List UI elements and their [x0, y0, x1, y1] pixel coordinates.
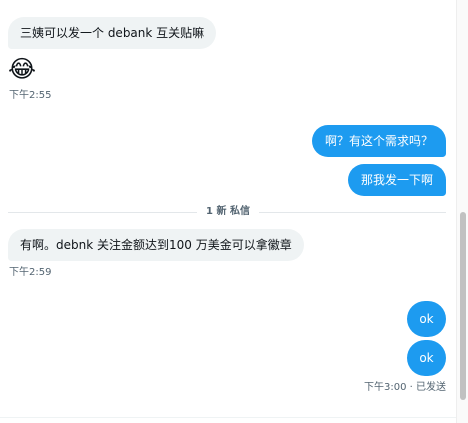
message-sent-status: 下午3:00 · 已发送: [364, 382, 446, 393]
message-timestamp: 下午2:55: [9, 90, 52, 101]
scrollbar-thumb[interactable]: [460, 212, 466, 400]
unread-divider-line-right: [259, 212, 446, 213]
outgoing-message-bubble[interactable]: ok: [407, 301, 446, 337]
laughing-tears-emoji-icon[interactable]: 😂: [8, 55, 36, 83]
composer-top-border: [0, 417, 457, 418]
message-timestamp: 下午2:59: [9, 267, 52, 278]
outgoing-message-bubble[interactable]: 那我发一下啊: [347, 164, 446, 196]
new-message-divider-label: 1 新 私信: [198, 205, 258, 219]
unread-divider-line-left: [8, 212, 197, 213]
outgoing-message-bubble[interactable]: ok: [407, 340, 446, 376]
incoming-message-bubble[interactable]: 有啊。debnk 关注金额达到100 万美金可以拿徽章: [8, 229, 304, 261]
outgoing-message-bubble[interactable]: 啊？有这个需求吗？: [311, 125, 446, 157]
incoming-message-bubble[interactable]: 三姨可以发一个 debank 互关贴嘛: [8, 17, 217, 49]
scrollbar[interactable]: [456, 0, 468, 423]
conversation-thread[interactable]: 三姨可以发一个 debank 互关贴嘛 😂 下午2:55 啊？有这个需求吗？ 那…: [0, 0, 457, 423]
